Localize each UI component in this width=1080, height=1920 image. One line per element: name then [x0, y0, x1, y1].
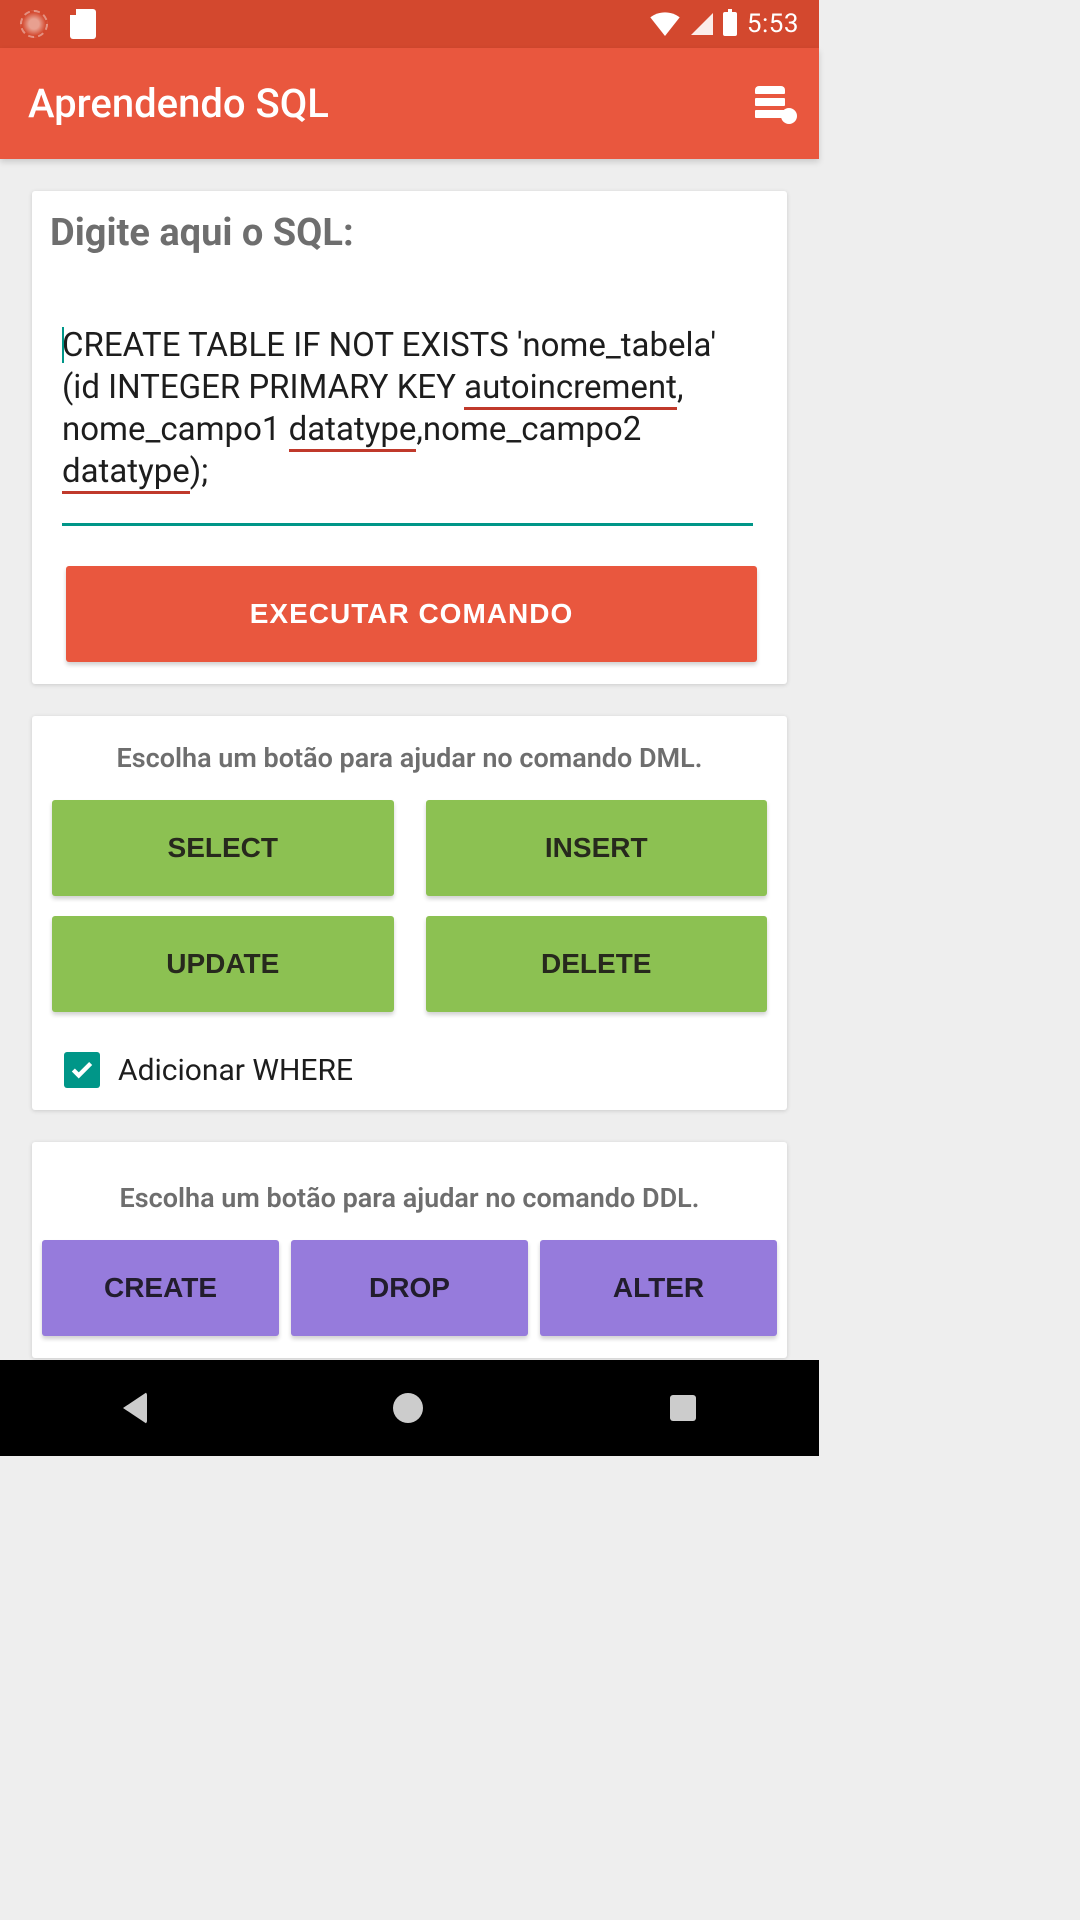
wifi-icon — [649, 11, 681, 37]
signal-icon — [691, 13, 713, 35]
loading-icon — [20, 10, 48, 38]
database-settings-icon[interactable] — [755, 86, 791, 122]
sd-card-icon — [70, 9, 96, 39]
home-icon[interactable] — [393, 1393, 423, 1423]
where-checkbox[interactable] — [64, 1052, 100, 1088]
sql-editor-title: Digite aqui o SQL: — [48, 211, 771, 255]
select-button[interactable]: SELECT — [52, 800, 394, 896]
dml-helper-text: Escolha um botão para ajudar no comando … — [48, 742, 771, 774]
dml-card: Escolha um botão para ajudar no comando … — [32, 716, 787, 1110]
ddl-helper-text: Escolha um botão para ajudar no comando … — [42, 1182, 777, 1214]
drop-button[interactable]: DROP — [291, 1240, 528, 1336]
alter-button[interactable]: ALTER — [540, 1240, 777, 1336]
status-right: 5:53 — [649, 9, 799, 39]
clock: 5:53 — [747, 9, 799, 39]
app-title: Aprendendo SQL — [28, 80, 329, 127]
dml-button-grid: SELECT INSERT UPDATE DELETE — [48, 800, 771, 1012]
app-bar: Aprendendo SQL — [0, 48, 819, 159]
sql-text[interactable]: CREATE TABLE IF NOT EXISTS 'nome_tabela'… — [62, 326, 716, 494]
execute-command-button[interactable]: EXECUTAR COMANDO — [66, 566, 757, 662]
navigation-bar — [0, 1360, 819, 1456]
where-checkbox-label: Adicionar WHERE — [118, 1053, 353, 1088]
update-button[interactable]: UPDATE — [52, 916, 394, 1012]
create-button[interactable]: CREATE — [42, 1240, 279, 1336]
ddl-button-grid: CREATE DROP ALTER — [42, 1240, 777, 1336]
sql-editor-card: Digite aqui o SQL: CREATE TABLE IF NOT E… — [32, 191, 787, 684]
where-checkbox-row[interactable]: Adicionar WHERE — [48, 1052, 771, 1088]
content: Digite aqui o SQL: CREATE TABLE IF NOT E… — [0, 159, 819, 1358]
recent-apps-icon[interactable] — [670, 1395, 696, 1421]
back-icon[interactable] — [123, 1392, 147, 1424]
battery-charging-icon — [723, 12, 737, 36]
ddl-card: Escolha um botão para ajudar no comando … — [32, 1142, 787, 1358]
delete-button[interactable]: DELETE — [426, 916, 768, 1012]
status-bar: 5:53 — [0, 0, 819, 48]
status-left — [20, 9, 96, 39]
sql-input[interactable]: CREATE TABLE IF NOT EXISTS 'nome_tabela'… — [62, 325, 753, 526]
insert-button[interactable]: INSERT — [426, 800, 768, 896]
